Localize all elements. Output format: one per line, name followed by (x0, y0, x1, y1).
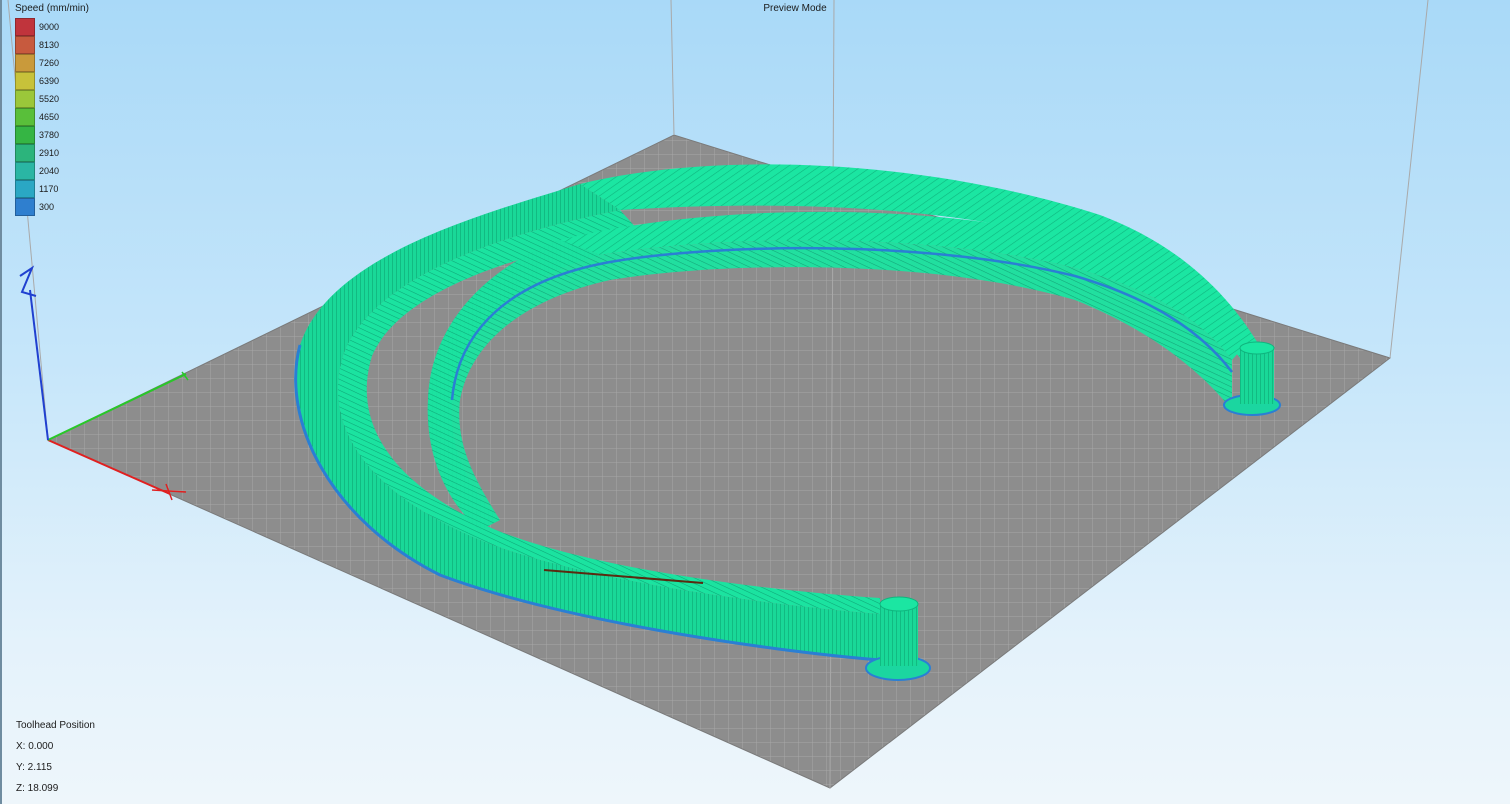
legend-item: 7260 (15, 54, 89, 72)
legend-value: 9000 (39, 22, 60, 32)
speed-legend: Speed (mm/min) 9000 8130 7260 6390 5520 4650 3… (15, 2, 89, 216)
legend-swatch (15, 108, 35, 126)
legend-swatch (15, 126, 35, 144)
legend-swatch (15, 18, 35, 36)
legend-value: 6390 (39, 76, 60, 86)
legend-value: 8130 (39, 40, 60, 50)
mode-label: Preview Mode (763, 3, 827, 14)
legend-item: 1170 (15, 180, 89, 198)
toolhead-position-panel: Toolhead Position X: 0.000 Y: 2.115 Z: 1… (16, 720, 95, 804)
legend-item: 4650 (15, 108, 89, 126)
toolhead-x: X: 0.000 (16, 741, 54, 752)
legend-swatch (15, 180, 35, 198)
legend-swatch (15, 72, 35, 90)
legend-value: 3780 (39, 130, 60, 140)
legend-swatch (15, 90, 35, 108)
legend-value: 4650 (39, 112, 60, 122)
legend-item: 3780 (15, 126, 89, 144)
legend-swatch (15, 144, 35, 162)
legend-item: 2040 (15, 162, 89, 180)
legend-item: 300 (15, 198, 89, 216)
legend-title: Speed (mm/min) (15, 3, 89, 14)
legend-item: 9000 (15, 18, 89, 36)
legend-value: 2040 (39, 166, 60, 176)
legend-swatch (15, 198, 35, 216)
window-left-border (0, 0, 2, 804)
z-axis-line (29, 289, 49, 441)
toolhead-z: Z: 18.099 (16, 783, 59, 794)
legend-item: 5520 (15, 90, 89, 108)
legend-value: 5520 (39, 94, 60, 104)
legend-swatch (15, 162, 35, 180)
legend-value: 7260 (39, 58, 60, 68)
legend-item: 8130 (15, 36, 89, 54)
legend-value: 2910 (39, 148, 60, 158)
toolhead-title: Toolhead Position (16, 720, 95, 731)
legend-value: 300 (39, 202, 55, 212)
3d-viewport[interactable] (0, 0, 1510, 804)
legend-value: 1170 (39, 184, 59, 194)
legend-item: 6390 (15, 72, 89, 90)
legend-swatch (15, 36, 35, 54)
legend-rows: 9000 8130 7260 6390 5520 4650 3780 2910 2040 1170… (15, 18, 89, 216)
legend-swatch (15, 54, 35, 72)
toolhead-y: Y: 2.115 (16, 762, 52, 773)
legend-item: 2910 (15, 144, 89, 162)
